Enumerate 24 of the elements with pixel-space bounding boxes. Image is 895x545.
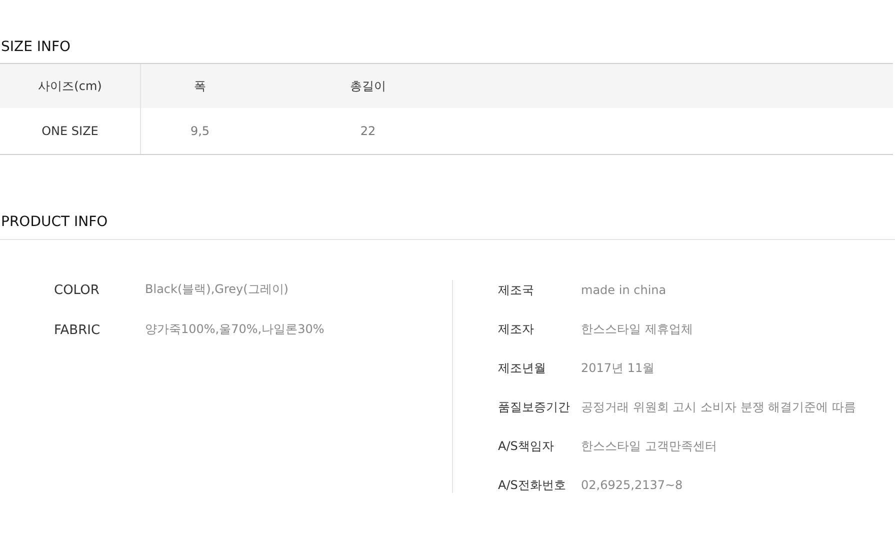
field-value: 한스스타일 제휴업체 (581, 321, 693, 338)
field-value: 02,6925,2137~8 (581, 477, 683, 494)
field-label: A/S전화번호 (498, 477, 567, 494)
field-label: FABRIC (54, 322, 102, 340)
column-header: 사이즈(cm) (0, 64, 141, 108)
field-label: COLOR (54, 282, 100, 300)
field-value: 양가죽100%,울70%,나일론30% (145, 321, 324, 338)
field-value: 2017년 11월 (581, 360, 655, 377)
field-label: 제조국 (498, 282, 535, 299)
field-value: 한스스타일 고객만족센터 (581, 438, 717, 455)
field-value: made in china (581, 282, 666, 299)
field-label: 제조자 (498, 321, 535, 338)
field-value: Black(블랙),Grey(그레이) (145, 281, 288, 298)
field-label: 품질보증기간 (498, 399, 571, 416)
column-header: 폭 (193, 78, 207, 95)
table-cell-text: 9,5 (189, 123, 211, 140)
field-label: 제조년월 (498, 360, 547, 377)
section-title: SIZE INFO (0, 38, 71, 56)
table-cell-text: 22 (359, 123, 377, 140)
section-title: PRODUCT INFO (0, 213, 108, 231)
field-value: 공정거래 위원회 고시 소비자 분쟁 해결기준에 따름 (581, 399, 856, 416)
column-header: 총길이 (349, 78, 387, 95)
field-label: A/S책임자 (498, 438, 555, 455)
table-cell: ONE SIZE (0, 108, 141, 154)
